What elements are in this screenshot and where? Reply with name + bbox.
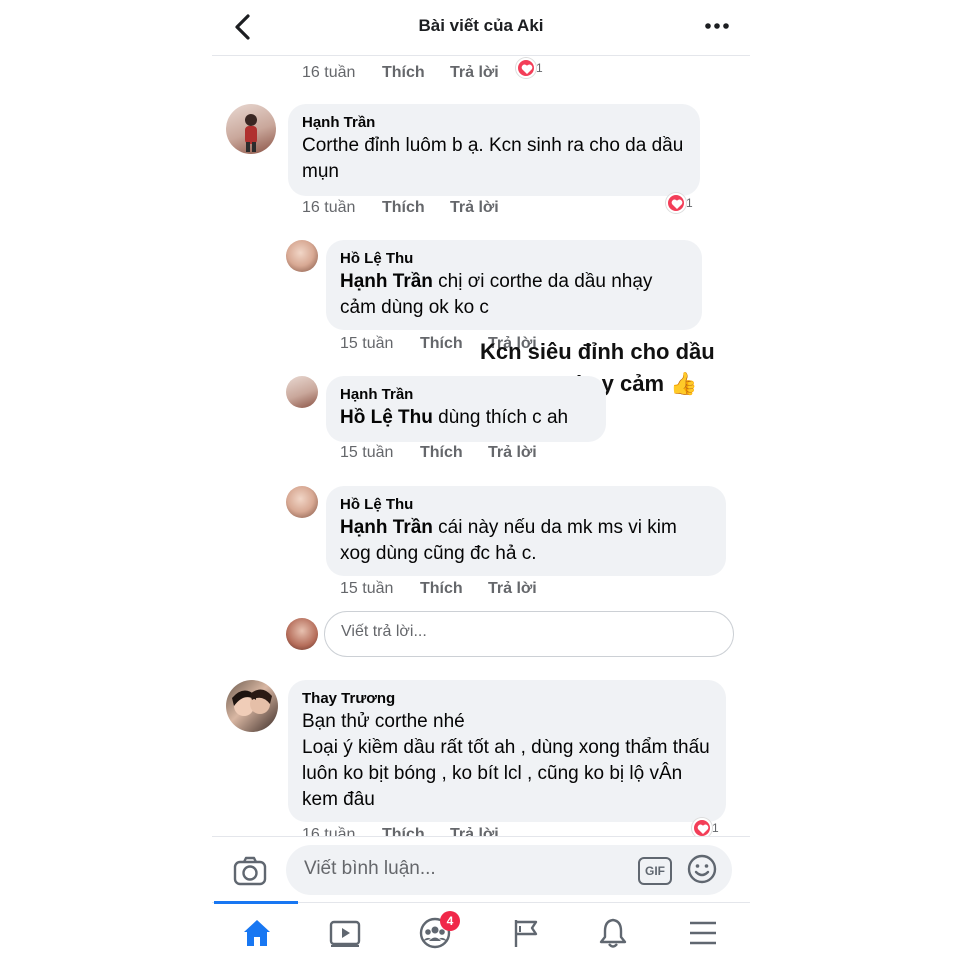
comment-time: 15 tuần xyxy=(340,444,394,461)
comment-author[interactable]: Hạnh Trần xyxy=(340,385,592,405)
reaction-count[interactable]: 1 xyxy=(516,58,543,78)
comment-time: 15 tuần xyxy=(340,335,394,352)
avatar[interactable] xyxy=(286,376,318,408)
flag-icon[interactable] xyxy=(494,911,554,955)
more-dots-icon[interactable] xyxy=(702,14,732,38)
comment-bubble: Thay Trương Bạn thử corthe nhé Loại ý ki… xyxy=(288,680,726,822)
comment-meta-row: 16 tuần Thích Trả lời xyxy=(302,826,499,836)
comment-author[interactable]: Hồ Lệ Thu xyxy=(340,249,688,269)
emoji-icon[interactable] xyxy=(686,853,718,885)
heart-icon xyxy=(692,818,712,838)
comment-meta-row: 15 tuần Thích Trả lời xyxy=(340,580,537,598)
comment-bubble: Hồ Lệ Thu Hạnh Trần cái này nếu da mk ms… xyxy=(326,486,726,576)
comment-body: dùng thích c ah xyxy=(432,407,569,428)
video-icon[interactable] xyxy=(314,911,374,955)
like-link[interactable]: Thích xyxy=(382,64,450,82)
gif-icon[interactable]: GIF xyxy=(638,857,672,885)
comment-text-line: Loại ý kiềm dầu rất tốt ah , dùng xong t… xyxy=(302,737,710,810)
reaction-number: 1 xyxy=(686,196,693,210)
like-link[interactable]: Thích xyxy=(382,199,450,217)
mention-tag[interactable]: Hạnh Trần xyxy=(340,517,433,538)
heart-icon xyxy=(516,58,536,78)
menu-icon[interactable] xyxy=(672,911,732,955)
comment-author[interactable]: Thay Trương xyxy=(302,689,712,709)
top-header: Bài viết của Aki xyxy=(212,0,750,56)
reaction-number: 1 xyxy=(536,61,543,75)
reaction-number: 1 xyxy=(712,821,719,835)
camera-icon[interactable] xyxy=(232,855,268,887)
comment-author[interactable]: Hồ Lệ Thu xyxy=(340,495,712,515)
mention-tag[interactable]: Hồ Lệ Thu xyxy=(340,407,433,428)
avatar[interactable] xyxy=(226,680,278,732)
reply-link[interactable]: Trả lời xyxy=(488,580,537,598)
reply-link[interactable]: Trả lời xyxy=(450,199,499,217)
comment-bubble: Hạnh Trần Hồ Lệ Thu dùng thích c ah xyxy=(326,376,606,442)
phone-screen: Bài viết của Aki 16 tuần Thích Trả lời 1… xyxy=(212,0,750,960)
comment-meta-row: 15 tuần Thích Trả lời xyxy=(340,444,537,462)
like-link[interactable]: Thích xyxy=(420,580,488,598)
comment-author[interactable]: Hạnh Trần xyxy=(302,113,686,133)
comment-bubble: Hồ Lệ Thu Hạnh Trần chị ơi corthe da dầu… xyxy=(326,240,702,330)
avatar xyxy=(286,618,318,650)
comment-text: Hồ Lệ Thu dùng thích c ah xyxy=(340,405,592,431)
page-title: Bài viết của Aki xyxy=(418,16,544,35)
reply-link[interactable]: Trả lời xyxy=(450,64,499,82)
like-link[interactable]: Thích xyxy=(420,335,488,353)
active-tab-indicator xyxy=(214,901,298,904)
comment-time: 16 tuần xyxy=(302,826,356,836)
bell-icon[interactable] xyxy=(582,911,642,955)
bottom-tab-bar: 4 xyxy=(212,901,750,960)
notification-badge: 4 xyxy=(440,911,460,931)
home-icon[interactable] xyxy=(226,911,286,955)
reply-link[interactable]: Trả lời xyxy=(488,444,537,462)
comment-meta-row: 16 tuần Thích Trả lời xyxy=(302,64,499,82)
avatar[interactable] xyxy=(286,486,318,518)
comment-time: 15 tuần xyxy=(340,580,394,597)
reaction-count[interactable]: 1 xyxy=(666,193,693,213)
like-link[interactable]: Thích xyxy=(420,444,488,462)
comment-text: Hạnh Trần chị ơi corthe da dầu nhạy cảm … xyxy=(340,269,688,321)
avatar[interactable] xyxy=(226,104,276,154)
comment-time: 16 tuần xyxy=(302,199,356,216)
groups-icon[interactable]: 4 xyxy=(404,911,464,955)
comment-text: Corthe đỉnh luôm b ạ. Kcn sinh ra cho da… xyxy=(302,135,684,182)
reply-input[interactable]: Viết trả lời... xyxy=(324,611,734,657)
overlay-line: Kcn siêu đỉnh cho dầu xyxy=(480,339,715,364)
comment-time: 16 tuần xyxy=(302,64,356,81)
heart-icon xyxy=(666,193,686,213)
comment-composer: Viết bình luận... GIF xyxy=(212,836,750,902)
reaction-count[interactable]: 1 xyxy=(692,818,719,838)
comment-bubble: Hạnh Trần Corthe đỉnh luôm b ạ. Kcn sinh… xyxy=(288,104,700,196)
comment-meta-row: 16 tuần Thích Trả lời xyxy=(302,199,499,217)
mention-tag[interactable]: Hạnh Trần xyxy=(340,271,433,292)
reply-link[interactable]: Trả lời xyxy=(450,826,499,836)
like-link[interactable]: Thích xyxy=(382,826,450,836)
avatar[interactable] xyxy=(286,240,318,272)
comment-text: Hạnh Trần cái này nếu da mk ms vi kim xo… xyxy=(340,515,712,567)
comment-text-line: Bạn thử corthe nhé xyxy=(302,711,465,732)
